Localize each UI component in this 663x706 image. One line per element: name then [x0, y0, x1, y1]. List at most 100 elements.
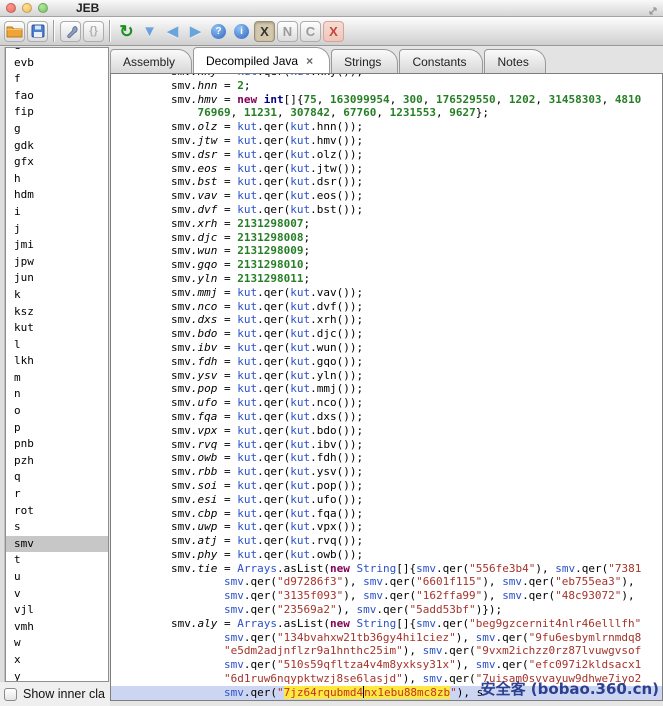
sidebar-item-u[interactable]: u — [6, 569, 108, 586]
sidebar-item-pnb[interactable]: pnb — [6, 436, 108, 453]
code-line[interactable]: smv.dsr = kut.qer(kut.olz()); — [118, 148, 662, 162]
code-line[interactable]: smv.eos = kut.qer(kut.jtw()); — [118, 162, 662, 176]
sidebar-item-jpw[interactable]: jpw — [6, 254, 108, 271]
settings-wrench-button[interactable] — [60, 21, 81, 42]
code-line[interactable]: smv.esi = kut.qer(kut.ufo()); — [118, 493, 662, 507]
code-line[interactable]: 76969, 11231, 307842, 67760, 1231553, 96… — [118, 106, 662, 120]
sidebar-item-h[interactable]: h — [6, 171, 108, 188]
sidebar-item-i[interactable]: i — [6, 204, 108, 221]
braces-button[interactable]: {} — [83, 21, 104, 42]
code-line[interactable]: smv.vpx = kut.qer(kut.bdo()); — [118, 424, 662, 438]
sidebar-item-hdm[interactable]: hdm — [6, 187, 108, 204]
sidebar-item-pzh[interactable]: pzh — [6, 453, 108, 470]
code-line[interactable]: smv.owb = kut.qer(kut.fdh()); — [118, 451, 662, 465]
sidebar-item-gfx[interactable]: gfx — [6, 154, 108, 171]
code-line[interactable]: smv.qer("d97286f3"), smv.qer("6601f115")… — [118, 575, 662, 589]
code-line[interactable]: smv.cbp = kut.qer(kut.fqa()); — [118, 507, 662, 521]
code-line[interactable]: smv.phy = kut.qer(kut.owb()); — [118, 548, 662, 562]
save-button[interactable] — [27, 21, 48, 42]
xref-button[interactable]: X — [254, 21, 275, 42]
tab-strings[interactable]: Strings — [331, 49, 398, 73]
sidebar-item-vmh[interactable]: vmh — [6, 619, 108, 636]
open-file-button[interactable] — [4, 21, 25, 42]
code-line[interactable]: smv.rbb = kut.qer(kut.ysv()); — [118, 465, 662, 479]
code-line[interactable]: smv.ufo = kut.qer(kut.nco()); — [118, 396, 662, 410]
sidebar-item-t[interactable]: t — [6, 552, 108, 569]
code-line[interactable]: smv.ysv = kut.qer(kut.yln()); — [118, 369, 662, 383]
sidebar-item-y[interactable]: y — [6, 669, 108, 682]
code-line[interactable]: smv.yln = 2131298011; — [118, 272, 662, 286]
code-line[interactable]: smv.pop = kut.qer(kut.mmj()); — [118, 382, 662, 396]
code-line[interactable]: smv.aly = Arrays.asList(new String[]{smv… — [118, 617, 662, 631]
zoom-button[interactable] — [38, 3, 48, 13]
code-line[interactable]: smv.ibv = kut.qer(kut.wun()); — [118, 341, 662, 355]
sidebar-item-m[interactable]: m — [6, 370, 108, 387]
resize-icon[interactable] — [648, 3, 658, 21]
sidebar-item-j[interactable]: j — [6, 221, 108, 238]
code-line[interactable]: smv.qer("3135f093"), smv.qer("162ffa99")… — [118, 589, 662, 603]
code-line[interactable]: smv.djc = 2131298008; — [118, 231, 662, 245]
navigate-forward-button[interactable]: ▶ — [185, 21, 206, 42]
code-line[interactable]: smv.atj = kut.qer(kut.rvq()); — [118, 534, 662, 548]
sidebar-item-k[interactable]: k — [6, 287, 108, 304]
code-line[interactable]: smv.dxs = kut.qer(kut.xrh()); — [118, 313, 662, 327]
sidebar-item-e[interactable]: e — [6, 47, 108, 55]
sidebar-item-s[interactable]: s — [6, 519, 108, 536]
tab-constants[interactable]: Constants — [399, 49, 483, 73]
code-line[interactable]: smv.bst = kut.qer(kut.dsr()); — [118, 175, 662, 189]
code-line[interactable]: smv.qer("134bvahxw21tb36gy4hi1ciez"), sm… — [118, 631, 662, 645]
code-line[interactable]: smv.rvq = kut.qer(kut.ibv()); — [118, 438, 662, 452]
delete-xref-button[interactable]: X — [323, 21, 344, 42]
code-line[interactable]: smv.qer("23569a2"), smv.qer("5add53bf")}… — [118, 603, 662, 617]
comment-button[interactable]: C — [300, 21, 321, 42]
code-line[interactable]: smv.xrh = 2131298007; — [118, 217, 662, 231]
sidebar-item-gdk[interactable]: gdk — [6, 138, 108, 155]
minimize-button[interactable] — [22, 3, 32, 13]
code-editor[interactable]: smv.kky = kut.qer(kut.kky()); smv.hnn = … — [110, 73, 663, 701]
code-line[interactable]: smv.olz = kut.qer(kut.hnn()); — [118, 120, 662, 134]
sidebar-item-v[interactable]: v — [6, 586, 108, 603]
code-line[interactable]: smv.fdh = kut.qer(kut.gqo()); — [118, 355, 662, 369]
sidebar-item-r[interactable]: r — [6, 486, 108, 503]
sidebar-item-kut[interactable]: kut — [6, 320, 108, 337]
code-line[interactable]: smv.bdo = kut.qer(kut.djc()); — [118, 327, 662, 341]
code-line[interactable]: smv.hmv = new int[]{75, 163099954, 300, … — [118, 93, 662, 107]
code-line[interactable]: smv.soi = kut.qer(kut.pop()); — [118, 479, 662, 493]
code-line[interactable]: smv.wun = 2131298009; — [118, 244, 662, 258]
sidebar-item-jun[interactable]: jun — [6, 270, 108, 287]
sidebar-item-ksz[interactable]: ksz — [6, 304, 108, 321]
sidebar-item-q[interactable]: q — [6, 469, 108, 486]
sidebar-item-jmi[interactable]: jmi — [6, 237, 108, 254]
sidebar-item-n[interactable]: n — [6, 386, 108, 403]
close-button[interactable] — [6, 3, 16, 13]
code-line[interactable]: smv.uwp = kut.qer(kut.vpx()); — [118, 520, 662, 534]
sidebar-item-evb[interactable]: evb — [6, 55, 108, 72]
sidebar-item-x[interactable]: x — [6, 652, 108, 669]
sidebar-item-f[interactable]: f — [6, 71, 108, 88]
code-line[interactable]: smv.hnn = 2; — [118, 79, 662, 93]
help-button[interactable]: ? — [208, 21, 229, 42]
code-line[interactable]: smv.tie = Arrays.asList(new String[]{smv… — [118, 562, 662, 576]
navigate-down-button[interactable]: ▼ — [139, 21, 160, 42]
rename-button[interactable]: N — [277, 21, 298, 42]
sidebar-item-fao[interactable]: fao — [6, 88, 108, 105]
code-line[interactable]: "e5dm2adjnflzr9a1hnthc25im"), smv.qer("9… — [118, 644, 662, 658]
sidebar-item-fip[interactable]: fip — [6, 104, 108, 121]
close-tab-icon[interactable]: × — [306, 56, 313, 66]
sidebar-item-rot[interactable]: rot — [6, 503, 108, 520]
show-inner-classes-checkbox[interactable] — [4, 688, 17, 701]
tab-decompiled-java[interactable]: Decompiled Java× — [193, 47, 330, 73]
info-button[interactable]: i — [231, 21, 252, 42]
code-line[interactable]: smv.vav = kut.qer(kut.eos()); — [118, 189, 662, 203]
code-line[interactable]: smv.fqa = kut.qer(kut.dxs()); — [118, 410, 662, 424]
code-line[interactable]: smv.gqo = 2131298010; — [118, 258, 662, 272]
sidebar-item-lkh[interactable]: lkh — [6, 353, 108, 370]
sidebar-item-smv[interactable]: smv — [6, 536, 108, 553]
sidebar-item-w[interactable]: w — [6, 635, 108, 652]
sidebar-item-g[interactable]: g — [6, 121, 108, 138]
code-line[interactable]: smv.nco = kut.qer(kut.dvf()); — [118, 300, 662, 314]
refresh-button[interactable]: ↻ — [116, 21, 137, 42]
code-line[interactable]: smv.dvf = kut.qer(kut.bst()); — [118, 203, 662, 217]
sidebar-item-vjl[interactable]: vjl — [6, 602, 108, 619]
code-line[interactable]: smv.jtw = kut.qer(kut.hmv()); — [118, 134, 662, 148]
